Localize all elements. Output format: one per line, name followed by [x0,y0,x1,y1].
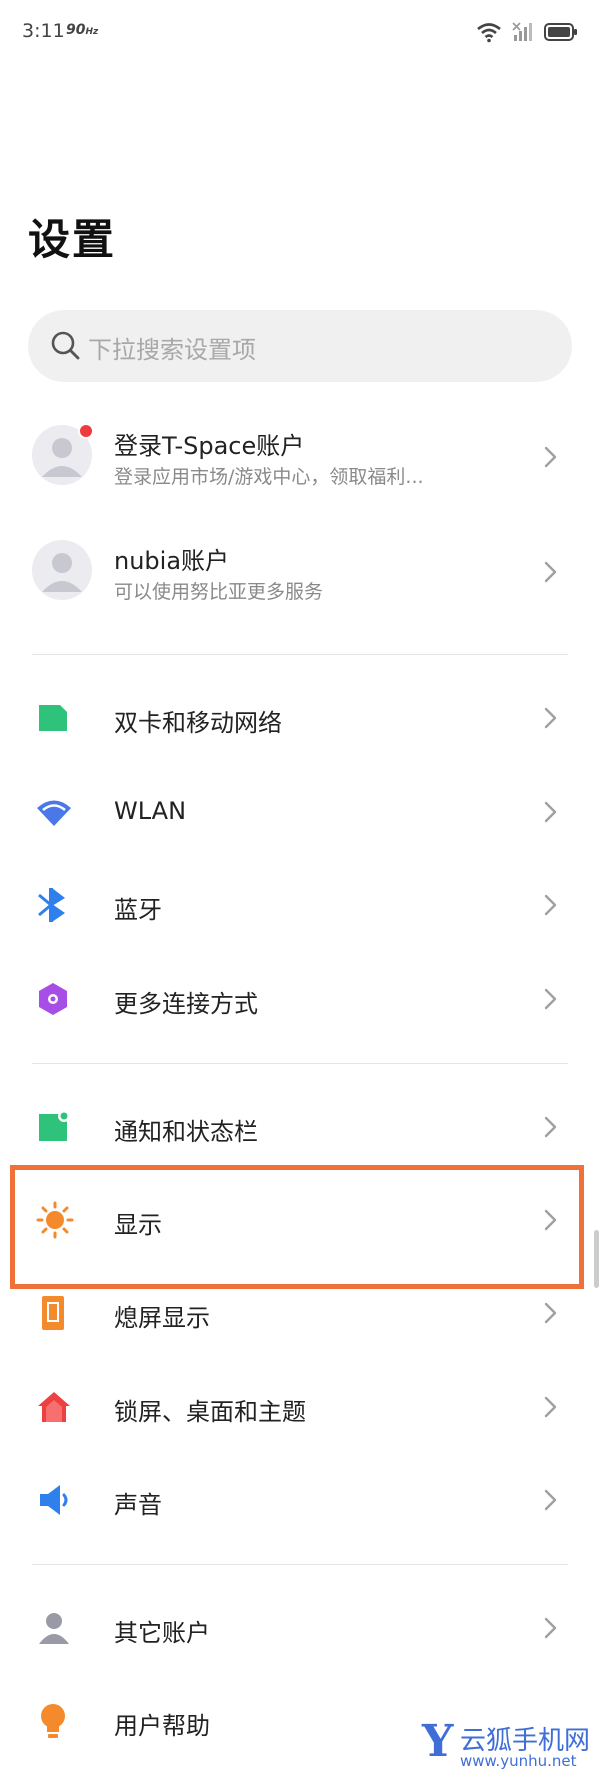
chevron-right-icon [544,446,557,468]
phone-icon [42,1296,64,1330]
setting-label: 蓝牙 [114,896,162,924]
setting-other-accounts[interactable]: 其它账户 [0,1582,600,1674]
setting-label: 其它账户 [114,1619,210,1647]
highlight-box [10,1165,584,1289]
chevron-right-icon [544,1396,557,1418]
chevron-right-icon [544,1489,557,1511]
setting-bluetooth[interactable]: 蓝牙 [0,859,600,951]
chevron-right-icon [544,801,557,823]
chevron-right-icon [544,1302,557,1324]
status-time: 3:11 [22,20,65,42]
nubia-account-subtitle: 可以使用努比亚更多服务 [114,581,324,603]
person-icon [39,1613,69,1644]
battery-icon [544,23,577,41]
chevron-right-icon [544,561,557,583]
search-placeholder: 下拉搜索设置项 [88,336,256,364]
tspace-account-subtitle: 登录应用市场/游戏中心，领取福利... [114,466,424,488]
setting-label: 锁屏、桌面和主题 [114,1398,306,1426]
setting-sound[interactable]: 声音 [0,1454,600,1546]
setting-label: 通知和状态栏 [114,1118,258,1146]
divider [32,654,568,655]
setting-wlan[interactable]: WLAN [0,766,600,858]
chevron-right-icon [544,894,557,916]
speaker-icon [40,1485,68,1515]
search-icon [51,331,80,360]
refresh-rate: 90Hz [66,22,99,38]
nubia-account-label: nubia账户 [114,547,230,575]
setting-label: WLAN [114,797,187,825]
watermark-url: www.yunhu.net [460,1752,577,1770]
watermark: Y 云狐手机网 www.yunhu.net [420,1716,590,1772]
home-icon [38,1392,70,1422]
tspace-account-label: 登录T-Space账户 [114,432,305,460]
setting-lockscreen-themes[interactable]: 锁屏、桌面和主题 [0,1361,600,1453]
divider [32,1063,568,1064]
setting-sim-network[interactable]: 双卡和移动网络 [0,672,600,764]
nubia-account-row[interactable]: nubia账户 可以使用努比亚更多服务 [0,525,600,625]
status-icons [476,18,578,46]
search-bar[interactable]: 下拉搜索设置项 [28,310,572,382]
wifi-status-icon [477,23,501,43]
notification-dot [78,423,94,439]
watermark-logo: Y [422,1716,454,1767]
notification-icon [39,1110,70,1141]
setting-label: 用户帮助 [114,1712,210,1740]
wifi-icon [37,800,71,826]
chevron-right-icon [544,707,557,729]
setting-label: 声音 [114,1491,162,1519]
status-bar: 3:11 90Hz [0,0,600,64]
sim-card-icon [39,705,67,731]
chevron-right-icon [544,988,557,1010]
setting-label: 更多连接方式 [114,990,258,1018]
setting-label: 双卡和移动网络 [114,709,282,737]
chevron-right-icon [544,1116,557,1138]
bluetooth-icon [38,888,65,922]
setting-notifications-statusbar[interactable]: 通知和状态栏 [0,1081,600,1173]
avatar [32,540,92,600]
tspace-account-row[interactable]: 登录T-Space账户 登录应用市场/游戏中心，领取福利... [0,410,600,510]
setting-label: 熄屏显示 [114,1304,210,1332]
signal-icon [512,22,532,41]
divider [32,1564,568,1565]
bulb-icon [41,1704,65,1738]
person-avatar-icon [42,553,82,592]
setting-more-connections[interactable]: 更多连接方式 [0,953,600,1045]
chevron-right-icon [544,1617,557,1639]
page-title: 设置 [28,215,117,264]
scrollbar-thumb[interactable] [594,1230,599,1288]
hexagon-icon [39,983,67,1015]
